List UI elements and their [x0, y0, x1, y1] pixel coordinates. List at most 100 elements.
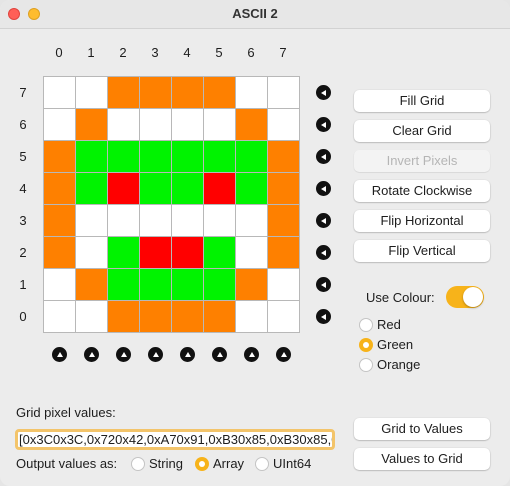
pixel-cell[interactable]	[172, 205, 203, 236]
colour-radio-red[interactable]	[359, 318, 373, 332]
pixel-cell[interactable]	[236, 173, 267, 204]
row-label: 3	[19, 213, 27, 228]
grid-to-values-button[interactable]: Grid to Values	[354, 418, 490, 440]
shift-row-left-button[interactable]	[316, 117, 331, 132]
pixel-cell[interactable]	[204, 205, 235, 236]
pixel-cell[interactable]	[268, 109, 299, 140]
shift-column-up-button[interactable]	[212, 347, 227, 362]
output-values-label: Output values as:	[16, 456, 118, 471]
pixel-cell[interactable]	[204, 237, 235, 268]
pixel-cell[interactable]	[204, 109, 235, 140]
pixel-cell[interactable]	[76, 269, 107, 300]
pixel-cell[interactable]	[172, 301, 203, 332]
pixel-cell[interactable]	[108, 77, 139, 108]
pixel-cell[interactable]	[268, 237, 299, 268]
pixel-cell[interactable]	[44, 205, 75, 236]
pixel-cell[interactable]	[236, 269, 267, 300]
pixel-cell[interactable]	[140, 269, 171, 300]
pixel-cell[interactable]	[140, 237, 171, 268]
pixel-cell[interactable]	[140, 141, 171, 172]
pixel-cell[interactable]	[108, 205, 139, 236]
shift-row-left-button[interactable]	[316, 213, 331, 228]
pixel-cell[interactable]	[268, 301, 299, 332]
pixel-cell[interactable]	[76, 237, 107, 268]
fill-grid-button[interactable]: Fill Grid	[354, 90, 490, 112]
pixel-cell[interactable]	[76, 205, 107, 236]
pixel-cell[interactable]	[76, 77, 107, 108]
pixel-cell[interactable]	[236, 237, 267, 268]
pixel-cell[interactable]	[236, 141, 267, 172]
clear-grid-button[interactable]: Clear Grid	[354, 120, 490, 142]
shift-column-up-button[interactable]	[84, 347, 99, 362]
pixel-cell[interactable]	[172, 77, 203, 108]
pixel-cell[interactable]	[172, 269, 203, 300]
shift-column-up-button[interactable]	[148, 347, 163, 362]
pixel-cell[interactable]	[108, 173, 139, 204]
pixel-cell[interactable]	[268, 205, 299, 236]
pixel-cell[interactable]	[204, 77, 235, 108]
pixel-cell[interactable]	[140, 109, 171, 140]
pixel-cell[interactable]	[204, 269, 235, 300]
pixel-cell[interactable]	[236, 301, 267, 332]
rotate-clockwise-button[interactable]: Rotate Clockwise	[354, 180, 490, 202]
pixel-cell[interactable]	[76, 141, 107, 172]
column-label: 6	[247, 45, 255, 60]
shift-column-up-button[interactable]	[52, 347, 67, 362]
pixel-cell[interactable]	[44, 173, 75, 204]
shift-row-left-button[interactable]	[316, 309, 331, 324]
pixel-cell[interactable]	[236, 77, 267, 108]
flip-vertical-button[interactable]: Flip Vertical	[354, 240, 490, 262]
pixel-cell[interactable]	[44, 77, 75, 108]
pixel-cell[interactable]	[172, 141, 203, 172]
invert-pixels-button[interactable]: Invert Pixels	[354, 150, 490, 172]
colour-radio-orange[interactable]	[359, 358, 373, 372]
pixel-cell[interactable]	[108, 269, 139, 300]
pixel-cell[interactable]	[268, 77, 299, 108]
values-to-grid-button[interactable]: Values to Grid	[354, 448, 490, 470]
shift-row-left-button[interactable]	[316, 181, 331, 196]
pixel-cell[interactable]	[172, 109, 203, 140]
pixel-cell[interactable]	[268, 269, 299, 300]
column-label: 7	[279, 45, 287, 60]
pixel-cell[interactable]	[172, 237, 203, 268]
pixel-cell[interactable]	[204, 301, 235, 332]
pixel-cell[interactable]	[44, 301, 75, 332]
pixel-cell[interactable]	[44, 141, 75, 172]
pixel-cell[interactable]	[140, 77, 171, 108]
shift-column-up-button[interactable]	[116, 347, 131, 362]
pixel-cell[interactable]	[108, 301, 139, 332]
shift-row-left-button[interactable]	[316, 149, 331, 164]
pixel-cell[interactable]	[140, 173, 171, 204]
pixel-cell[interactable]	[108, 237, 139, 268]
use-colour-toggle[interactable]	[446, 286, 484, 308]
output-radio-array[interactable]	[195, 457, 209, 471]
flip-horizontal-button[interactable]: Flip Horizontal	[354, 210, 490, 232]
pixel-cell[interactable]	[236, 109, 267, 140]
pixel-cell[interactable]	[108, 109, 139, 140]
pixel-cell[interactable]	[76, 301, 107, 332]
pixel-cell[interactable]	[204, 141, 235, 172]
pixel-cell[interactable]	[140, 205, 171, 236]
pixel-cell[interactable]	[44, 109, 75, 140]
shift-row-left-button[interactable]	[316, 277, 331, 292]
shift-row-left-button[interactable]	[316, 85, 331, 100]
shift-column-up-button[interactable]	[244, 347, 259, 362]
pixel-cell[interactable]	[108, 141, 139, 172]
shift-column-up-button[interactable]	[180, 347, 195, 362]
pixel-cell[interactable]	[268, 173, 299, 204]
pixel-cell[interactable]	[76, 109, 107, 140]
pixel-cell[interactable]	[236, 205, 267, 236]
pixel-cell[interactable]	[268, 141, 299, 172]
pixel-cell[interactable]	[44, 237, 75, 268]
output-radio-uint64[interactable]	[255, 457, 269, 471]
colour-radio-green[interactable]	[359, 338, 373, 352]
shift-column-up-button[interactable]	[276, 347, 291, 362]
grid-values-field[interactable]: [0x3C0x3C,0x720x42,0xA70x91,0xB30x85,0xB…	[15, 429, 335, 450]
output-radio-string[interactable]	[131, 457, 145, 471]
pixel-cell[interactable]	[204, 173, 235, 204]
pixel-cell[interactable]	[140, 301, 171, 332]
pixel-cell[interactable]	[172, 173, 203, 204]
pixel-cell[interactable]	[44, 269, 75, 300]
shift-row-left-button[interactable]	[316, 245, 331, 260]
pixel-cell[interactable]	[76, 173, 107, 204]
